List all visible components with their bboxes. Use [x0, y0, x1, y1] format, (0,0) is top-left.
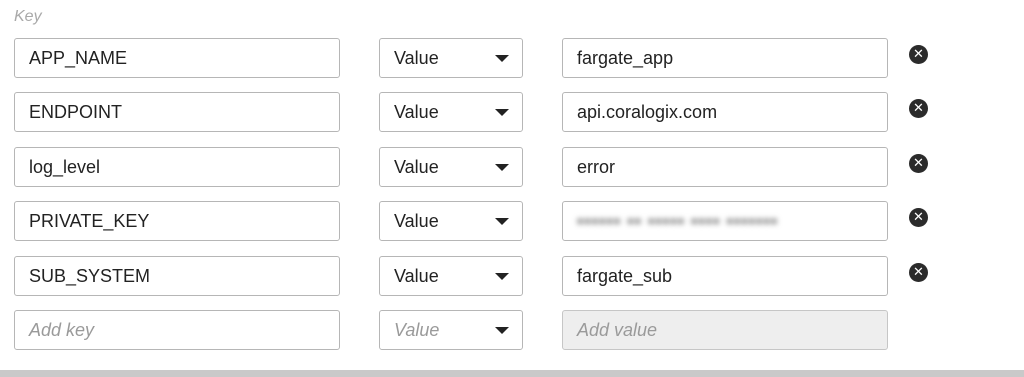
key-input[interactable]: ENDPOINT [14, 92, 340, 132]
caret-down-icon [495, 273, 509, 280]
type-select[interactable]: Value [379, 92, 523, 132]
type-select-label: Value [394, 210, 439, 231]
remove-row-icon[interactable]: ✕ [909, 99, 928, 118]
new-type-select[interactable]: Value [379, 310, 523, 350]
env-var-row: log_level Value error ✕ [0, 147, 1024, 189]
caret-down-icon [495, 55, 509, 62]
env-var-row: PRIVATE_KEY Value ▪▪▪▪▪▪ ▪▪ ▪▪▪▪▪ ▪▪▪▪ ▪… [0, 201, 1024, 243]
key-input[interactable]: SUB_SYSTEM [14, 256, 340, 296]
caret-down-icon [495, 327, 509, 334]
key-input[interactable]: APP_NAME [14, 38, 340, 78]
value-input[interactable]: error [562, 147, 888, 187]
caret-down-icon [495, 109, 509, 116]
type-select-label: Value [394, 156, 439, 177]
type-select[interactable]: Value [379, 147, 523, 187]
remove-row-icon[interactable]: ✕ [909, 263, 928, 282]
new-env-var-row: Add key Value Add value [0, 310, 1024, 352]
env-var-row: SUB_SYSTEM Value fargate_sub ✕ [0, 256, 1024, 298]
type-select[interactable]: Value [379, 38, 523, 78]
key-column-header: Key [14, 8, 42, 25]
remove-row-icon[interactable]: ✕ [909, 45, 928, 64]
bottom-divider [0, 370, 1024, 377]
value-input-redacted[interactable]: ▪▪▪▪▪▪ ▪▪ ▪▪▪▪▪ ▪▪▪▪ ▪▪▪▪▪▪▪ [562, 201, 888, 241]
add-key-input[interactable]: Add key [14, 310, 340, 350]
type-select[interactable]: Value [379, 256, 523, 296]
env-var-row: ENDPOINT Value api.coralogix.com ✕ [0, 92, 1024, 134]
new-type-select-label: Value [394, 319, 440, 340]
env-var-row: APP_NAME Value fargate_app ✕ [0, 38, 1024, 80]
value-input[interactable]: fargate_sub [562, 256, 888, 296]
remove-row-icon[interactable]: ✕ [909, 154, 928, 173]
value-input[interactable]: fargate_app [562, 38, 888, 78]
type-select-label: Value [394, 101, 439, 122]
key-input[interactable]: PRIVATE_KEY [14, 201, 340, 241]
remove-row-icon[interactable]: ✕ [909, 208, 928, 227]
add-value-input[interactable]: Add value [562, 310, 888, 350]
type-select[interactable]: Value [379, 201, 523, 241]
type-select-label: Value [394, 47, 439, 68]
key-input[interactable]: log_level [14, 147, 340, 187]
value-input[interactable]: api.coralogix.com [562, 92, 888, 132]
caret-down-icon [495, 164, 509, 171]
caret-down-icon [495, 218, 509, 225]
type-select-label: Value [394, 265, 439, 286]
redacted-value: ▪▪▪▪▪▪ ▪▪ ▪▪▪▪▪ ▪▪▪▪ ▪▪▪▪▪▪▪ [577, 210, 779, 231]
